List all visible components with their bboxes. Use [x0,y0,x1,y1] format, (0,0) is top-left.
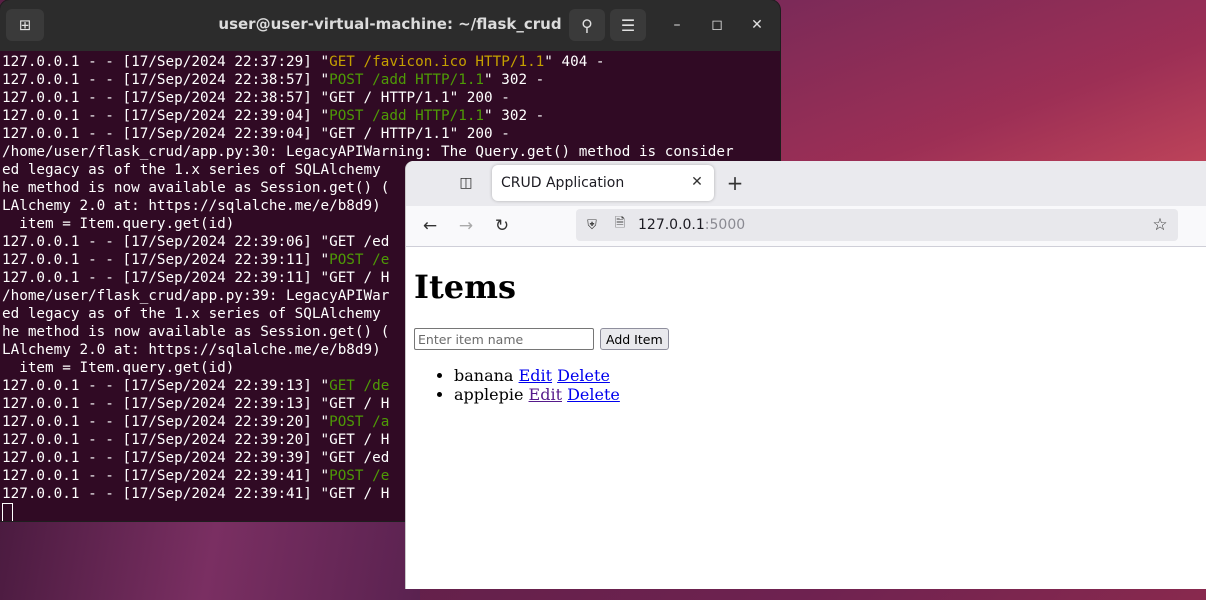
terminal-text: " 302 - [484,108,545,124]
add-item-form: Add Item [414,328,1198,350]
search-icon[interactable]: ⚲ [569,9,605,41]
terminal-text: 127.0.0.1 - - [17/Sep/2024 22:39:06] "GE… [2,234,390,250]
terminal-text: ed legacy as of the 1.x series of SQLAlc… [2,162,381,178]
reload-icon[interactable]: ↻ [491,215,513,237]
star-icon[interactable]: ☆ [1150,215,1170,235]
tab-list-icon[interactable]: ◫ [454,171,478,195]
page-title: Items [414,268,516,306]
maximize-icon[interactable]: ◻ [706,14,728,36]
terminal-line: 127.0.0.1 - - [17/Sep/2024 22:38:57] "GE… [2,89,780,107]
edit-link[interactable]: Edit [519,366,552,385]
terminal-text: 127.0.0.1 - - [17/Sep/2024 22:37:29] " [2,54,330,70]
terminal-text: POST /add HTTP/1.1 [329,72,485,88]
terminal-text: 127.0.0.1 - - [17/Sep/2024 22:39:20] "GE… [2,432,390,448]
terminal-cursor [2,503,13,521]
forward-arrow-icon[interactable]: → [455,215,477,237]
tab-title: CRUD Application [501,175,625,191]
add-item-button[interactable]: Add Item [600,328,669,350]
terminal-text: POST /e [329,252,390,268]
desktop-wallpaper-shape [760,0,1206,170]
items-list: banana Edit Delete applepie Edit Delete [414,366,1198,404]
terminal-text: 127.0.0.1 - - [17/Sep/2024 22:39:11] "GE… [2,270,390,286]
terminal-text: he method is now available as Session.ge… [2,180,390,196]
terminal-text: ed legacy as of the 1.x series of SQLAlc… [2,306,381,322]
minimize-icon[interactable]: – [666,14,688,36]
terminal-text: LAlchemy 2.0 at: https://sqlalche.me/e/b… [2,198,381,214]
terminal-line: /home/user/flask_crud/app.py:30: LegacyA… [2,143,780,161]
browser-window[interactable]: ◫ CRUD Application ✕ + ← → ↻ ⛨ 🗎 127.0.0… [406,161,1206,589]
tab-strip: ◫ CRUD Application ✕ + [406,161,1206,206]
list-item: banana Edit Delete [454,366,1198,385]
terminal-text: POST /a [329,414,390,430]
terminal-text: item = Item.query.get(id) [2,360,235,376]
terminal-text: " 302 - [484,72,545,88]
tab-crud-application[interactable]: CRUD Application ✕ [492,165,714,201]
terminal-text: 127.0.0.1 - - [17/Sep/2024 22:39:13] " [2,378,330,394]
plus-icon[interactable]: + [724,171,746,195]
terminal-text: 127.0.0.1 - - [17/Sep/2024 22:39:11] " [2,252,330,268]
terminal-titlebar[interactable]: ⊞ user@user-virtual-machine: ~/flask_cru… [0,0,780,51]
url-text[interactable]: 127.0.0.1:5000 [638,217,745,233]
terminal-text: " 404 - [544,54,605,70]
delete-link[interactable]: Delete [567,385,620,404]
shield-icon[interactable]: ⛨ [584,217,600,233]
navigation-toolbar: ← → ↻ ⛨ 🗎 127.0.0.1:5000 ☆ [406,206,1206,247]
terminal-text: he method is now available as Session.ge… [2,324,390,340]
terminal-text: POST /e [329,468,390,484]
terminal-line: 127.0.0.1 - - [17/Sep/2024 22:39:04] "PO… [2,107,780,125]
terminal-text: 127.0.0.1 - - [17/Sep/2024 22:38:57] "GE… [2,90,510,106]
url-port: :5000 [704,217,746,233]
terminal-text: POST /add HTTP/1.1 [329,108,485,124]
terminal-text: item = Item.query.get(id) [2,216,235,232]
terminal-text: GET /favicon.ico HTTP/1.1 [329,54,545,70]
terminal-text: 127.0.0.1 - - [17/Sep/2024 22:38:57] " [2,72,330,88]
item-name: banana [454,366,514,385]
terminal-text: 127.0.0.1 - - [17/Sep/2024 22:39:41] "GE… [2,486,390,502]
back-arrow-icon[interactable]: ← [419,215,441,237]
url-host: 127.0.0.1 [638,217,705,233]
close-icon[interactable]: ✕ [746,14,768,36]
terminal-line: 127.0.0.1 - - [17/Sep/2024 22:39:04] "GE… [2,125,780,143]
terminal-text: GET /de [329,378,390,394]
terminal-text: 127.0.0.1 - - [17/Sep/2024 22:39:39] "GE… [2,450,390,466]
delete-link[interactable]: Delete [557,366,610,385]
terminal-text: 127.0.0.1 - - [17/Sep/2024 22:39:04] "GE… [2,126,510,142]
desktop-wallpaper-shape [0,520,420,600]
terminal-line: 127.0.0.1 - - [17/Sep/2024 22:37:29] "GE… [2,53,780,71]
close-icon[interactable]: ✕ [688,173,706,191]
terminal-title: user@user-virtual-machine: ~/flask_crud [218,15,562,33]
edit-link[interactable]: Edit [529,385,562,404]
terminal-text: 127.0.0.1 - - [17/Sep/2024 22:39:04] " [2,108,330,124]
terminal-line: 127.0.0.1 - - [17/Sep/2024 22:38:57] "PO… [2,71,780,89]
terminal-text: /home/user/flask_crud/app.py:30: LegacyA… [2,144,734,160]
hamburger-menu-icon[interactable]: ☰ [610,9,646,41]
page-content: Items Add Item banana Edit Delete applep… [406,268,1206,404]
terminal-text: 127.0.0.1 - - [17/Sep/2024 22:39:13] "GE… [2,396,390,412]
terminal-text: 127.0.0.1 - - [17/Sep/2024 22:39:41] " [2,468,330,484]
address-bar[interactable]: ⛨ 🗎 127.0.0.1:5000 ☆ [576,209,1178,241]
terminal-text: LAlchemy 2.0 at: https://sqlalche.me/e/b… [2,342,381,358]
page-icon[interactable]: 🗎 [612,216,628,233]
terminal-text: /home/user/flask_crud/app.py:39: LegacyA… [2,288,390,304]
item-name: applepie [454,385,524,404]
list-item: applepie Edit Delete [454,385,1198,404]
terminal-text: 127.0.0.1 - - [17/Sep/2024 22:39:20] " [2,414,330,430]
item-name-input[interactable] [414,328,594,350]
